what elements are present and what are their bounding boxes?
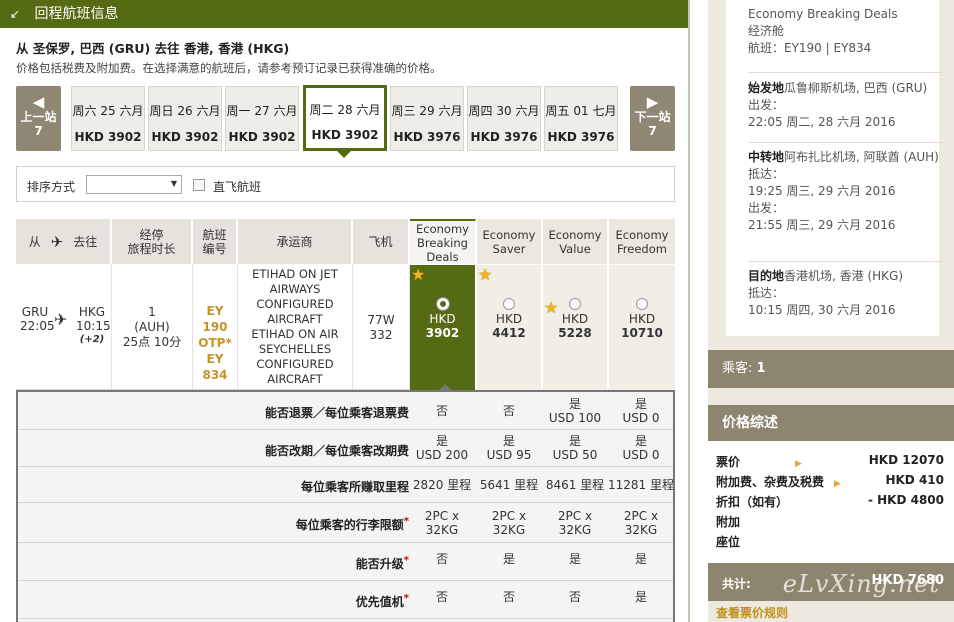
arrow-down-left-icon: ↙ (10, 7, 21, 21)
date-cell[interactable]: 周四 30 六月 HKD 3976 (467, 86, 541, 151)
col-route: 从 ✈ 去往 (16, 219, 111, 264)
fare-radio[interactable] (569, 298, 581, 310)
fare-option-saver[interactable]: ★ HKD 4412 (477, 265, 542, 390)
passenger-bar: 乘客: 1 (708, 350, 954, 388)
date-selector: ◀ 上一站 7 周六 25 六月 HKD 3902 周日 26 六月 HKD 390… (16, 85, 675, 158)
date-cell-selected[interactable]: 周二 28 六月 HKD 3902 (303, 85, 387, 151)
detail-row-baggage: 每位乘客的行李限额* 2PC x 32KG 2PC x 32KG 2PC x 32KG… (18, 503, 673, 543)
stops-cell: 1 (AUH) 25点 10分 (112, 265, 193, 390)
discount-value: - HKD 4800 (867, 493, 944, 507)
fare-option-breaking-deals[interactable]: ★ HKD 3902 (410, 265, 476, 390)
fare-header-saver: Economy Saver (477, 219, 542, 264)
plane-icon: ✈ (50, 232, 64, 251)
col-aircraft: 飞机 (353, 219, 409, 264)
details-pointer (437, 384, 453, 392)
col-carrier: 承运商 (238, 219, 352, 264)
direct-flight-label: 直飞航班 (213, 180, 262, 194)
fare-radio[interactable] (636, 298, 648, 310)
carrier-cell: ETIHAD ON JET AIRWAYS CONFIGURED AIRCRAF… (238, 265, 353, 390)
flight-number-link[interactable]: EY 834 (193, 351, 237, 383)
fare-header-freedom: Economy Freedom (609, 219, 675, 264)
next-week-button[interactable]: ▶ 下一站 7 (630, 86, 675, 151)
sort-label: 排序方式 (27, 180, 76, 194)
detail-row-priority: 优先值机* 否 否 否 是 (18, 581, 673, 619)
arrow-left-icon: ◀ (32, 93, 45, 111)
total-bar: 共计: HKD 7680 (708, 563, 954, 601)
summary-sidebar: Economy Breaking Deals 经济舱 航班：EY190 | EY… (708, 0, 954, 622)
arrow-right-icon: ▶ (646, 93, 659, 111)
fare-radio[interactable] (503, 298, 515, 310)
selected-pointer (336, 150, 352, 158)
route-cell: GRU 22:05 ✈ HKG 10:15 (+2) (16, 265, 112, 390)
seat-label: 座位 (716, 535, 741, 549)
col-flight-no: 航班编号 (193, 219, 237, 264)
detail-row-upgrade: 能否升级* 否 是 是 是 (18, 543, 673, 581)
section-title: 回程航班信息 (34, 6, 119, 22)
price-summary-header: 价格综述 (708, 405, 954, 441)
divider (748, 261, 943, 262)
col-stops: 经停 旅程时长 (112, 219, 192, 264)
origin-info: 始发地瓜鲁柳斯机场, 巴西 (GRU) 出发： 22:05 周二, 28 六月 … (748, 81, 928, 129)
flight-row: GRU 22:05 ✈ HKG 10:15 (+2) 1 (AUH) 25点 1… (16, 265, 675, 390)
flight-number-link[interactable]: EY 190 (193, 303, 237, 335)
section-header: ↙ 回程航班信息 (0, 0, 688, 28)
destination-info: 目的地香港机场, 香港 (HKG) 抵达： 10:15 周四, 30 六月 20… (748, 269, 904, 317)
arrow-right-icon[interactable]: ▶ (795, 459, 802, 469)
detail-row-change: 能否改期／每位乘客改期费 是 USD 200 是 USD 95 是 USD 50 是U… (18, 430, 673, 467)
prev-week-button[interactable]: ◀ 上一站 7 (16, 86, 61, 151)
aircraft-cell: 77W 332 (353, 265, 410, 390)
fare-header-breaking-deals: Economy Breaking Deals (410, 219, 476, 264)
price-summary: 票价 ▶ HKD 12070 附加费、杂费及税费 ▶ HKD 410 折扣（如有） … (708, 441, 954, 563)
divider (748, 142, 943, 143)
tax-label: 附加费、杂费及税费 ▶ (716, 475, 841, 489)
sort-bar: 排序方式 直飞航班 (16, 166, 675, 202)
tax-value: HKD 410 (885, 473, 944, 487)
divider (748, 72, 943, 73)
route-title: 从 圣保罗, 巴西 (GRU) 去往 香港, 香港 (HKG) (16, 41, 290, 56)
fare-option-freedom[interactable]: HKD 10710 (609, 265, 675, 390)
sort-select[interactable] (86, 175, 182, 194)
plane-icon: ✈ (54, 310, 68, 329)
detail-row-refund: 能否退票／每位乘客退票费 否 否 是 USD 100 是 USD 0 (18, 392, 673, 430)
fare-radio[interactable] (436, 298, 449, 310)
extras-label: 附加 (716, 515, 741, 529)
date-cell[interactable]: 周日 26 六月 HKD 3902 (148, 86, 222, 151)
date-cell[interactable]: 周五 01 七月 HKD 3976 (544, 86, 618, 151)
date-cell[interactable]: 周一 27 六月 HKD 3902 (225, 86, 299, 151)
return-flight-panel: ↙ 回程航班信息 从 圣保罗, 巴西 (GRU) 去往 香港, 香港 (HKG)… (0, 0, 690, 622)
fare-info: Economy Breaking Deals 经济舱 航班：EY190 | EY… (748, 7, 898, 55)
transfer-info: 中转地阿布扎比机场, 阿联酋 (AUH) 抵达： 19:25 周三, 29 六月… (748, 150, 939, 232)
star-icon: ★ (544, 298, 559, 317)
fare-rules-link[interactable]: 查看票价规则 (716, 604, 788, 621)
date-cell[interactable]: 周三 29 六月 HKD 3976 (390, 86, 464, 151)
fare-option-value[interactable]: ★ HKD 5228 (543, 265, 608, 390)
discount-label: 折扣（如有） (716, 495, 789, 509)
star-icon: ★ (411, 265, 426, 284)
otp-link[interactable]: OTP* (193, 335, 237, 351)
arrow-right-icon[interactable]: ▶ (834, 479, 841, 489)
flight-number-cell: EY 190 OTP* EY 834 (193, 265, 238, 390)
fare-label: 票价 ▶ (716, 455, 802, 469)
fare-details: 能否退票／每位乘客退票费 否 否 是 USD 100 是 USD 0 能否改期／每位… (16, 384, 675, 622)
direct-flight-checkbox[interactable] (193, 179, 205, 191)
fare-header-value: Economy Value (543, 219, 608, 264)
star-icon: ★ (478, 265, 493, 284)
itinerary-card: Economy Breaking Deals 经济舱 航班：EY190 | EY… (726, 0, 943, 336)
detail-row-miles: 每位乘客所赚取里程 2820 里程 5641 里程 8461 里程 11281 … (18, 467, 674, 503)
date-cell[interactable]: 周六 25 六月 HKD 3902 (71, 86, 145, 151)
price-note: 价格包括税费及附加费。在选择满意的航班后，请参考预订记录已获得准确的价格。 (16, 61, 442, 75)
fare-value: HKD 12070 (868, 453, 944, 467)
